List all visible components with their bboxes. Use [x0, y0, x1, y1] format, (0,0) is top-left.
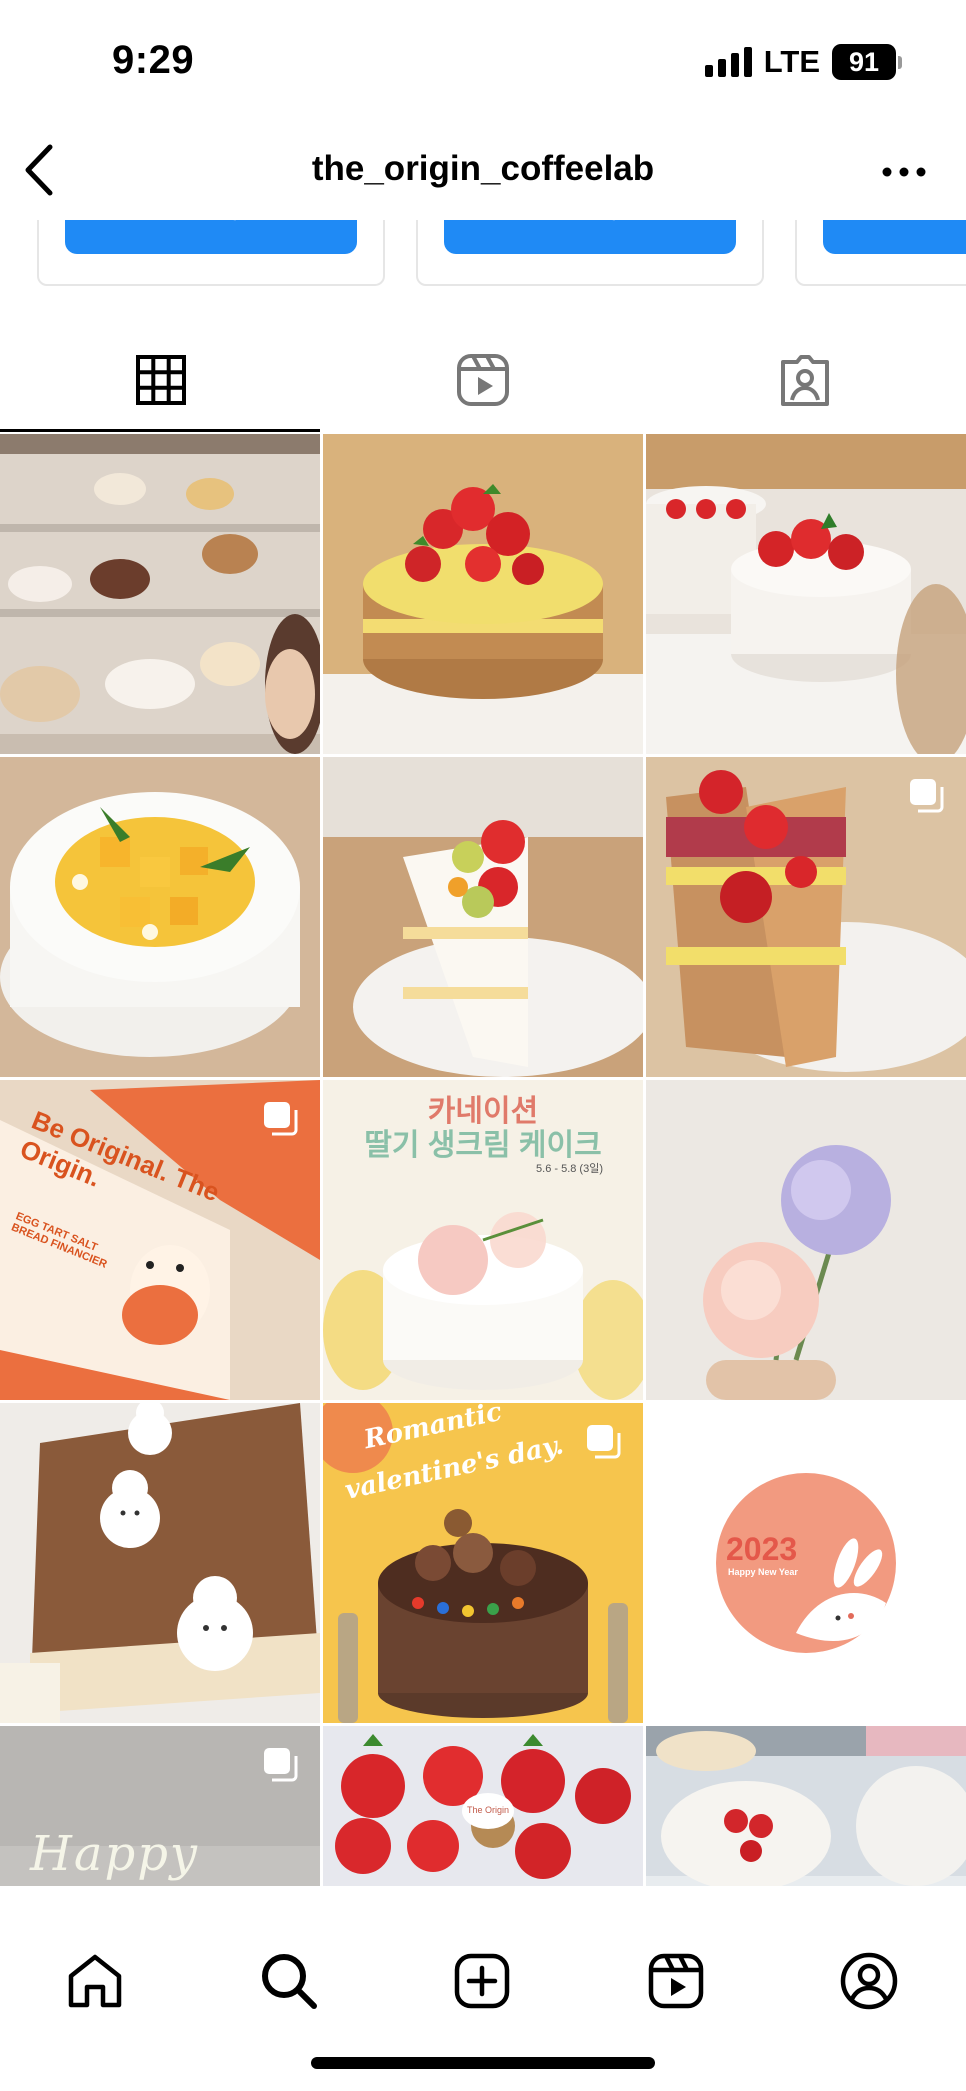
nav-reels[interactable]: [641, 1946, 711, 2016]
profile-icon: [840, 1952, 898, 2010]
more-options-button[interactable]: [874, 147, 934, 197]
status-bar: 9:29 LTE 91: [0, 0, 966, 125]
home-indicator: [311, 2057, 655, 2069]
more-dots-icon: [882, 167, 926, 177]
post-strawberry-cake[interactable]: [323, 434, 643, 754]
profile-tabs: [0, 330, 966, 432]
carnation-flowers-photo: [646, 1080, 966, 1400]
battery-level: 91: [832, 44, 896, 80]
post-happy[interactable]: Happy: [0, 1726, 320, 1886]
post-new-year[interactable]: 2023 Happy New Year: [646, 1403, 966, 1723]
suggested-card: 팔로우: [37, 220, 385, 286]
nav-profile[interactable]: [834, 1946, 904, 2016]
multiple-photos-icon: [264, 1748, 298, 1782]
post-valentine-cake[interactable]: Romantic valentine's day.: [323, 1403, 643, 1723]
year-text: Happy New Year: [728, 1567, 798, 1577]
mango-cake-photo: [0, 757, 320, 1077]
bottom-navigation: [0, 1886, 966, 2091]
post-tiramisu[interactable]: [0, 1403, 320, 1723]
suggested-accounts-strip: 팔로우 팔로우 팔로우: [0, 220, 966, 290]
post-white-cake[interactable]: [646, 434, 966, 754]
post-display-case[interactable]: [0, 434, 320, 754]
post-mango-cake[interactable]: [0, 757, 320, 1077]
profile-username: the_origin_coffeelab: [311, 149, 655, 188]
multiple-photos-icon: [910, 779, 944, 813]
carnation-dates: 5.6 - 5.8 (3일): [536, 1163, 603, 1175]
tagged-icon: [781, 355, 829, 406]
status-time: 9:29: [112, 38, 195, 82]
tab-reels[interactable]: [322, 330, 644, 430]
nav-home[interactable]: [60, 1946, 130, 2016]
post-strawberry-tart[interactable]: The Origin: [323, 1726, 643, 1886]
status-indicators: LTE 91: [704, 44, 902, 80]
active-tab-indicator: [0, 429, 320, 432]
happy-topper-text: Happy: [30, 1826, 200, 1882]
shortcake-slice-photo: [323, 757, 643, 1077]
create-icon: [454, 1953, 510, 2009]
display-case-photo: [0, 434, 320, 754]
post-cake-slices[interactable]: [646, 757, 966, 1077]
year-number: 2023: [726, 1531, 798, 1567]
post-display-shelf[interactable]: [646, 1726, 966, 1886]
reels-icon: [457, 354, 509, 406]
post-origin-box[interactable]: Be Original. The Origin. EGG TART SALT B…: [0, 1080, 320, 1400]
battery-icon: 91: [832, 44, 902, 80]
tab-tagged[interactable]: [644, 330, 966, 430]
suggested-card: 팔로우: [795, 220, 966, 286]
suggested-card: 팔로우: [416, 220, 764, 286]
post-carnation-flowers[interactable]: [646, 1080, 966, 1400]
tiramisu-photo: [0, 1403, 320, 1723]
cake-topper-text: The Origin: [466, 1805, 510, 1815]
tab-posts[interactable]: [0, 330, 322, 432]
post-carnation-cake[interactable]: 카네이션 딸기 생크림 케이크 5.6 - 5.8 (3일): [323, 1080, 643, 1400]
follow-button[interactable]: 팔로우: [65, 220, 357, 254]
carnation-subtitle: 딸기 생크림 케이크: [364, 1129, 602, 1162]
white-cake-photo: [646, 434, 966, 754]
grid-icon: [136, 355, 186, 405]
nav-create[interactable]: [447, 1946, 517, 2016]
nav-search[interactable]: [254, 1946, 324, 2016]
post-shortcake-slice[interactable]: [323, 757, 643, 1077]
post-grid: Be Original. The Origin. EGG TART SALT B…: [0, 434, 966, 1886]
home-icon: [68, 1954, 122, 2008]
multiple-photos-icon: [264, 1102, 298, 1136]
network-label: LTE: [763, 44, 820, 79]
reels-nav-icon: [648, 1953, 704, 2009]
display-shelf-photo: [646, 1726, 966, 1886]
rabbit-illustration: [646, 1403, 966, 1723]
signal-icon: [704, 47, 752, 77]
profile-header: the_origin_coffeelab: [0, 125, 966, 220]
follow-button[interactable]: 팔로우: [823, 220, 966, 254]
follow-button[interactable]: 팔로우: [444, 220, 736, 254]
multiple-photos-icon: [587, 1425, 621, 1459]
search-icon: [262, 1954, 317, 2009]
strawberry-cake-photo: [323, 434, 643, 754]
